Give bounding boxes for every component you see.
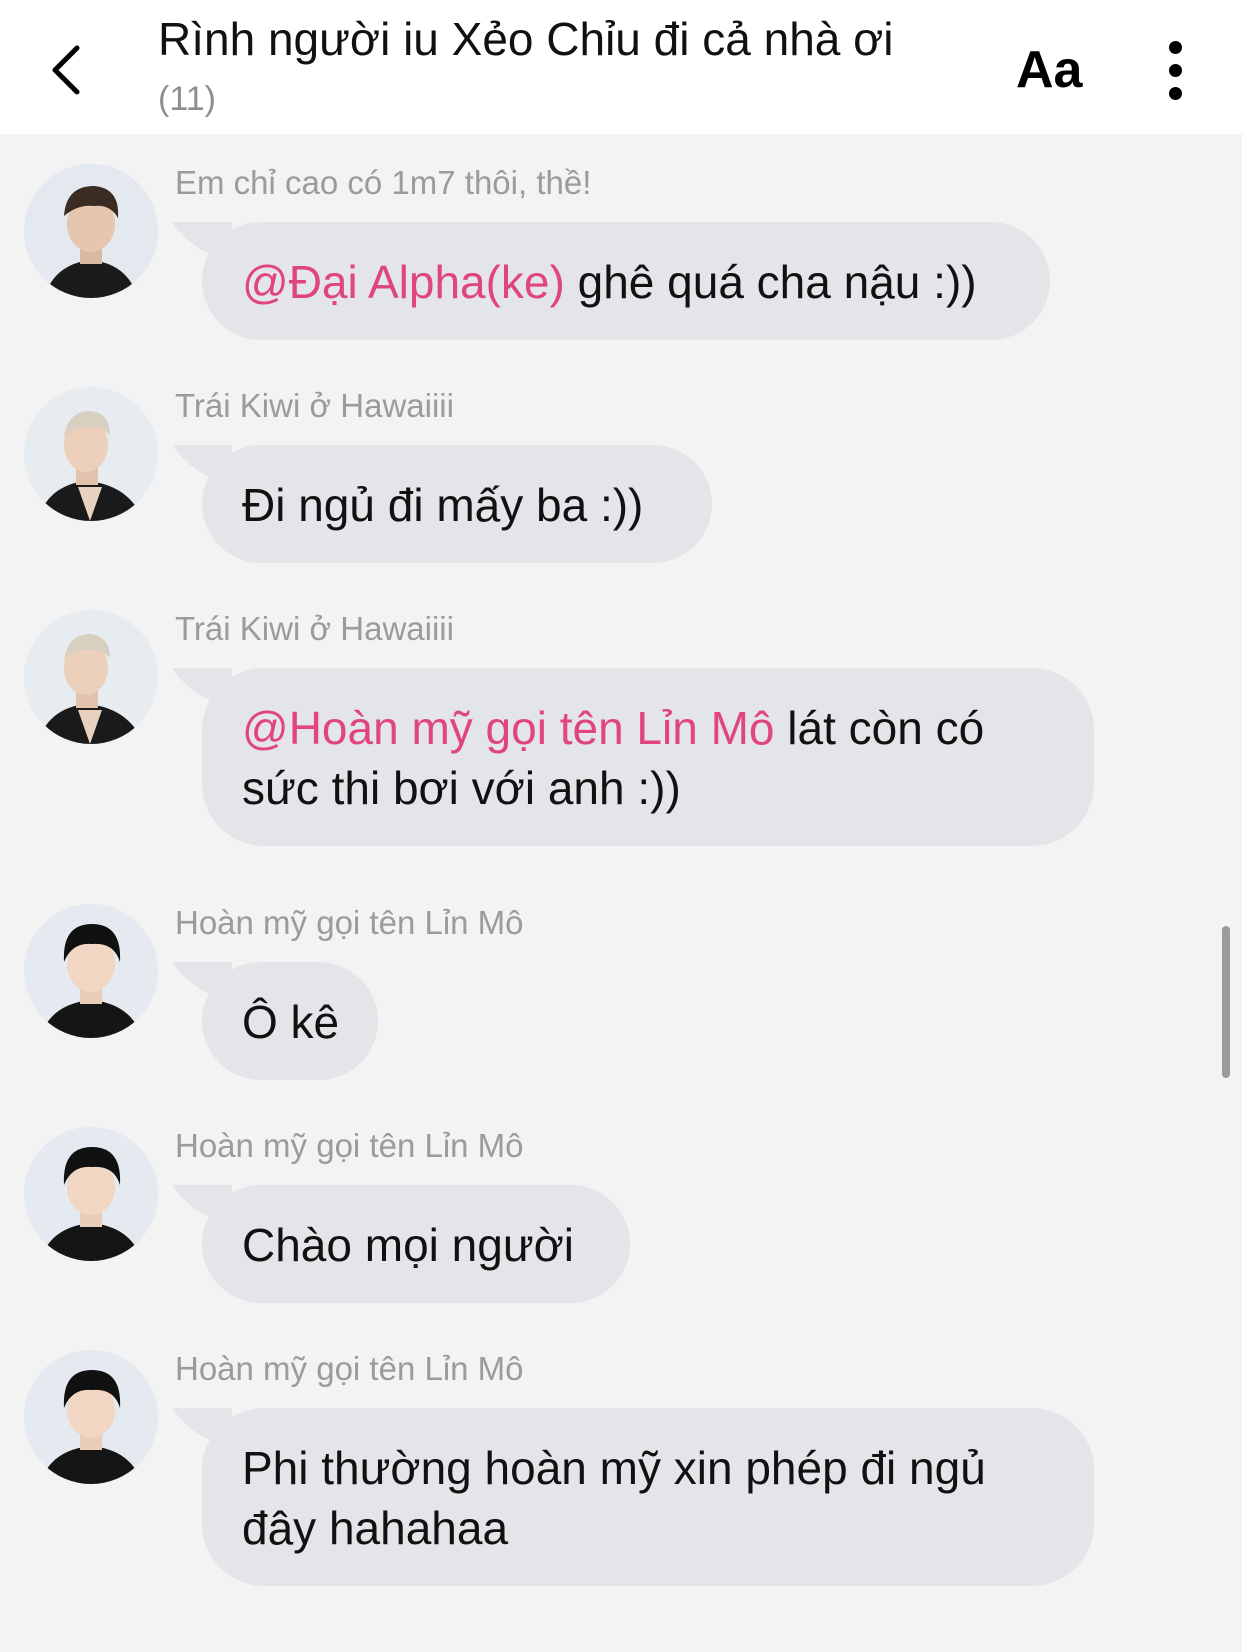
message-bubble[interactable]: @Đại Alpha(ke) ghê quá cha nậu :)) <box>202 222 1050 340</box>
message-bubble[interactable]: @Hoàn mỹ gọi tên Lỉn Mô lát còn có sức t… <box>202 668 1094 846</box>
avatar-portrait-image <box>24 904 158 1038</box>
avatar-portrait-image <box>24 164 158 298</box>
chevron-left-icon <box>52 45 80 95</box>
sender-name: Hoàn mỹ gọi tên Lỉn Mô <box>175 904 524 941</box>
avatar-portrait-image <box>24 610 158 744</box>
message-bubble[interactable]: Phi thường hoàn mỹ xin phép đi ngủ đây h… <box>202 1408 1094 1586</box>
message-bubble[interactable]: Ô kê <box>202 962 378 1080</box>
chat-header: Rình người iu Xẻo Chỉu đi cả nhà ơi (11)… <box>0 0 1242 134</box>
sender-name: Em chỉ cao có 1m7 thôi, thề! <box>175 164 592 201</box>
avatar-portrait-image <box>24 1127 158 1261</box>
avatar-portrait-image <box>24 387 158 521</box>
avatar[interactable] <box>24 610 158 744</box>
message-text: ghê quá cha nậu :)) <box>564 256 977 308</box>
more-vertical-icon-dot <box>1168 63 1182 77</box>
mention-link[interactable]: @Hoàn mỹ gọi tên Lỉn Mô <box>242 702 775 754</box>
sender-name: Hoàn mỹ gọi tên Lỉn Mô <box>175 1127 524 1164</box>
member-count: (11) <box>158 80 216 118</box>
avatar[interactable] <box>24 1127 158 1261</box>
scrollbar[interactable] <box>1222 926 1230 1078</box>
mention-link[interactable]: @Đại Alpha(ke) <box>242 256 565 308</box>
avatar[interactable] <box>24 387 158 521</box>
avatar[interactable] <box>24 1350 158 1484</box>
sender-name: Trái Kiwi ở Hawaiiii <box>175 387 454 424</box>
message-bubble[interactable]: Chào mọi người <box>202 1185 630 1303</box>
message-text: Đi ngủ đi mấy ba :)) <box>242 479 644 531</box>
more-options-button[interactable] <box>1150 30 1200 110</box>
avatar-portrait-image <box>24 1350 158 1484</box>
message-list[interactable]: Em chỉ cao có 1m7 thôi, thề! @Đại Alpha(… <box>0 134 1242 1652</box>
font-size-button[interactable]: Aa <box>1016 40 1082 100</box>
message-bubble[interactable]: Đi ngủ đi mấy ba :)) <box>202 445 712 563</box>
group-title: Rình người iu Xẻo Chỉu đi cả nhà ơi <box>158 13 894 65</box>
message-text: Chào mọi người <box>242 1219 574 1271</box>
more-vertical-icon-dot <box>1168 86 1182 100</box>
message-text: Phi thường hoàn mỹ xin phép đi ngủ đây h… <box>242 1442 986 1554</box>
message-text: Ô kê <box>242 996 340 1048</box>
avatar[interactable] <box>24 164 158 298</box>
sender-name: Trái Kiwi ở Hawaiiii <box>175 610 454 647</box>
sender-name: Hoàn mỹ gọi tên Lỉn Mô <box>175 1350 524 1387</box>
more-vertical-icon <box>1168 40 1182 54</box>
back-button[interactable] <box>30 30 100 110</box>
avatar[interactable] <box>24 904 158 1038</box>
